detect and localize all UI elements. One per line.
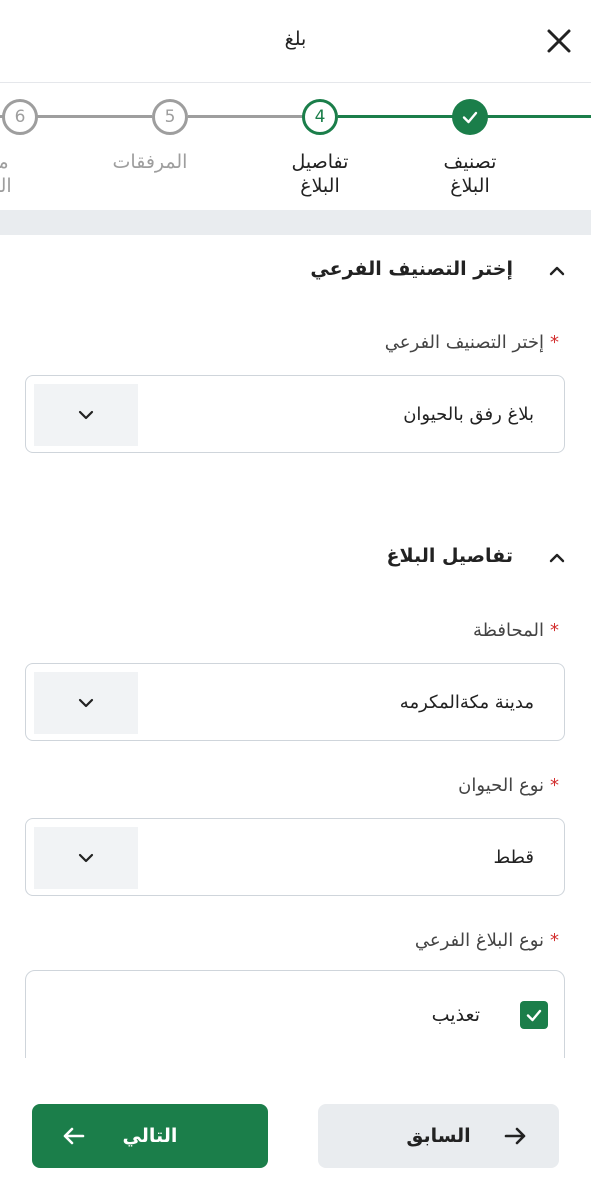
- select-toggle[interactable]: [34, 384, 138, 446]
- section-divider: [0, 210, 591, 235]
- chevron-down-icon: [78, 853, 94, 863]
- step-label-classification: تصنيف البلاغ: [443, 151, 497, 197]
- section-title-subcategory[interactable]: إختر التصنيف الفرعي: [310, 258, 513, 280]
- top-bar: بلغ: [0, 0, 591, 83]
- step-circle-upcoming: 6: [2, 99, 38, 135]
- step-connector: [188, 115, 304, 118]
- select-toggle[interactable]: [34, 672, 138, 734]
- chevron-down-icon: [78, 698, 94, 708]
- required-mark: *: [550, 775, 559, 796]
- step-circle-current: 4: [302, 99, 338, 135]
- step-circle-done: [452, 99, 488, 135]
- field-label-animal-type: *نوع الحيوان: [458, 775, 559, 796]
- step-label-attachments: المرفقات: [112, 151, 188, 173]
- check-icon: [462, 111, 478, 124]
- field-label-subcategory: *إختر التصنيف الفرعي: [384, 332, 559, 353]
- progress-stepper: 4 5 6 تصنيف البلاغ تفاصيل البلاغ المرفقا…: [0, 84, 591, 210]
- step-label-review: مر الم: [0, 151, 12, 197]
- previous-button[interactable]: السابق: [318, 1104, 559, 1168]
- arrow-right-icon: [504, 1127, 526, 1145]
- checkbox-checked[interactable]: [520, 1001, 548, 1029]
- animal-type-select[interactable]: قطط: [25, 818, 565, 896]
- chevron-down-icon: [78, 410, 94, 420]
- checkbox-label: تعذيب: [431, 1004, 480, 1026]
- field-label-report-subtype: *نوع البلاغ الفرعي: [414, 930, 559, 951]
- step-circle-upcoming: 5: [152, 99, 188, 135]
- select-value: مدينة مكةالمكرمه: [399, 691, 534, 713]
- footer-actions: التالي السابق: [0, 1058, 591, 1200]
- previous-button-label: السابق: [406, 1125, 471, 1147]
- step-number: 6: [14, 107, 26, 127]
- select-value: بلاغ رفق بالحيوان: [403, 403, 534, 425]
- chevron-up-icon[interactable]: [545, 259, 569, 283]
- required-mark: *: [550, 332, 559, 353]
- subcategory-select[interactable]: بلاغ رفق بالحيوان: [25, 375, 565, 453]
- arrow-left-icon: [63, 1127, 85, 1145]
- step-number: 5: [164, 107, 176, 127]
- chevron-up-icon[interactable]: [545, 546, 569, 570]
- select-toggle[interactable]: [34, 827, 138, 889]
- check-icon: [526, 1009, 542, 1022]
- select-value: قطط: [493, 846, 534, 868]
- next-button-label: التالي: [122, 1125, 178, 1147]
- step-label-details: تفاصيل البلاغ: [291, 151, 349, 197]
- next-button[interactable]: التالي: [32, 1104, 268, 1168]
- section-title-details[interactable]: تفاصيل البلاغ: [387, 545, 513, 567]
- close-icon[interactable]: [542, 24, 576, 58]
- governorate-select[interactable]: مدينة مكةالمكرمه: [25, 663, 565, 741]
- page-title: بلغ: [284, 28, 307, 50]
- field-label-governorate: *المحافظة: [472, 620, 559, 641]
- checkbox-option-torture[interactable]: تعذيب: [432, 1001, 548, 1029]
- required-mark: *: [550, 620, 559, 641]
- step-number: 4: [314, 107, 326, 127]
- required-mark: *: [550, 930, 559, 951]
